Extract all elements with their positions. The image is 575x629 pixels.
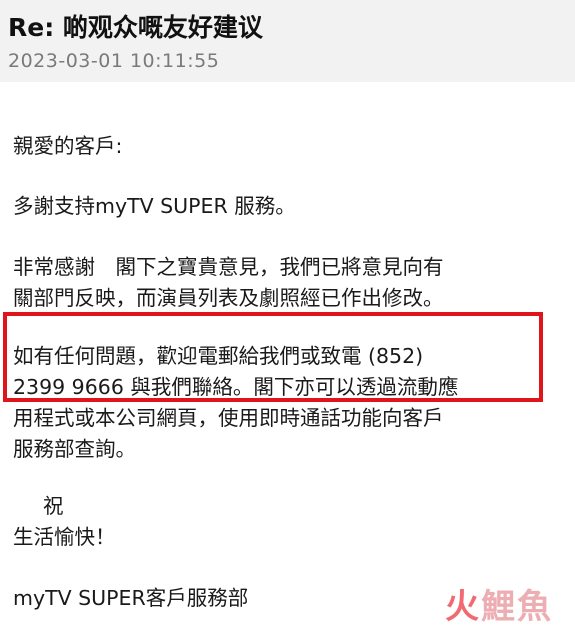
watermark-part-2: 鯉魚 — [481, 586, 553, 627]
highlight-line-1: 非常感謝 閣下之寶貴意見，我們已將意見向有 — [13, 255, 444, 279]
contact-line-1: 如有任何問題，歡迎電郵給我們或致電 (852) — [13, 344, 424, 368]
closing-wish: 祝 — [43, 494, 64, 518]
contact-line-2: 2399 9666 與我們聯絡。閣下亦可以透過流動應 — [13, 375, 459, 399]
email-datetime: 2023-03-01 10:11:55 — [8, 50, 220, 72]
highlight-line-2: 關部門反映，而演員列表及劇照經已作出修改。 — [13, 286, 444, 310]
greeting-text: 親愛的客戶: — [13, 134, 123, 158]
thanks-text: 多謝支持myTV SUPER 服務。 — [13, 194, 296, 218]
email-body: 親愛的客戶: 多謝支持myTV SUPER 服務。 非常感謝 閣下之寶貴意見，我… — [0, 82, 575, 629]
email-header: Re: 啲观众嘅友好建议 2023-03-01 10:11:55 — [0, 0, 575, 82]
email-subject: Re: 啲观众嘅友好建议 — [8, 13, 263, 42]
watermark-part-1: 火 — [445, 586, 479, 627]
watermark-logo: 火 鯉魚 — [445, 583, 553, 627]
contact-line-3: 用程式或本公司網頁，使用即時通話功能向客戶 — [13, 406, 444, 430]
closing-phrase: 生活愉快！ — [13, 525, 116, 549]
signature-text: myTV SUPER客戶服務部 — [13, 586, 249, 610]
contact-line-4: 服務部查詢。 — [13, 437, 136, 461]
